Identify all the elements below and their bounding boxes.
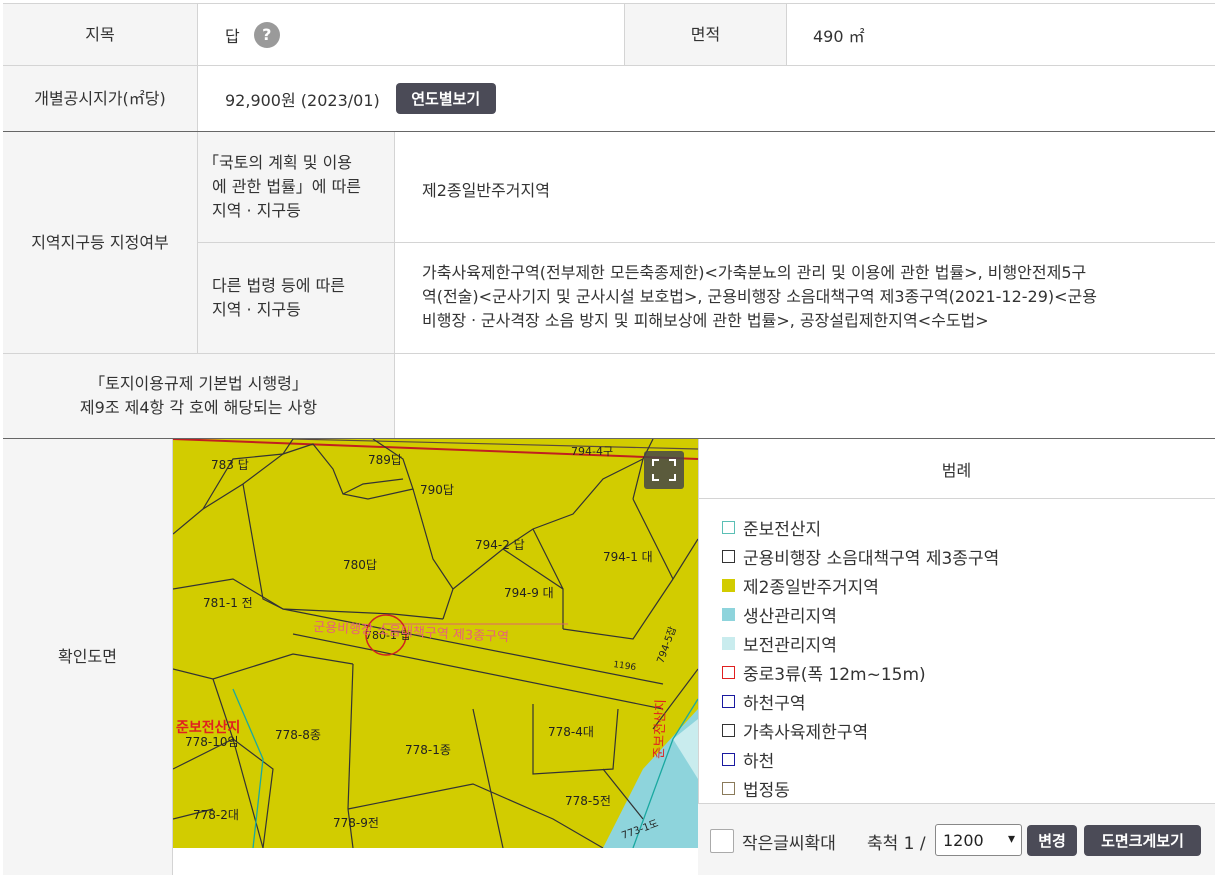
parcel-label: 778-4대	[548, 725, 594, 739]
small-text-zoom-checkbox[interactable]	[710, 829, 734, 853]
legend-swatch	[722, 608, 735, 621]
legend-item: 군용비행장 소음대책구역 제3종구역	[722, 542, 999, 571]
jimok-value: 답	[225, 26, 240, 46]
legend-item: 보전관리지역	[722, 629, 999, 658]
parcel-label: 794-9 대	[504, 586, 554, 600]
other-law-zone-value: 가축사육제한구역(전부제한 모든축종제한)<가축분뇨의 관리 및 이용에 관한 …	[395, 243, 1215, 353]
map-controls-bar: 작은글씨확대 축척 1 / 1200 ▾ 변경 도면크게보기	[698, 803, 1215, 875]
legend-label: 군용비행장 소음대책구역 제3종구역	[743, 549, 1000, 569]
parcel-label: 794-2 답	[475, 538, 525, 552]
fullscreen-icon[interactable]	[644, 451, 684, 489]
enforcement-label-line: 「토지이용규제 기본법 시행령」	[89, 374, 308, 393]
parcel-label: 794-4구	[571, 445, 613, 458]
jimok-value-cell: 답 ?	[197, 4, 624, 65]
parcel-label: 778-1종	[405, 743, 451, 757]
other-law-label-line: 다른 법령 등에 따른	[212, 276, 346, 295]
legend-item: 중로3류(폭 12m~15m)	[722, 658, 999, 687]
legend-item: 법정동	[722, 774, 999, 803]
legend-title: 범례	[941, 461, 972, 480]
legend-swatch	[722, 782, 735, 795]
legend-label: 중로3류(폭 12m~15m)	[743, 665, 926, 685]
legend-label: 하천구역	[743, 694, 806, 714]
parcel-label: 778-2대	[193, 808, 239, 822]
map-canvas: 783 답 789답 790답 780답 794-2 답 794-1 대 794…	[173, 439, 698, 848]
other-law-label-line: 지역 · 지구등	[212, 300, 301, 319]
legend-swatch	[722, 695, 735, 708]
small-text-zoom-label[interactable]: 작은글씨확대	[742, 829, 836, 854]
enlarge-map-button[interactable]: 도면크게보기	[1084, 825, 1201, 856]
parcel-label: 778-8종	[275, 728, 321, 742]
national-plan-law-label-line: 「국토의 계획 및 이용	[203, 153, 353, 172]
parcel-label: 790답	[420, 483, 454, 497]
legend-label: 제2종일반주거지역	[743, 578, 879, 598]
legend-list: 준보전산지 군용비행장 소음대책구역 제3종구역 제2종일반주거지역 생산관리지…	[722, 513, 999, 803]
other-law-zone-line: 비행장ㆍ군사격장 소음 방지 및 피해보상에 관한 법률>, 공장설립제한지역<…	[422, 311, 989, 330]
enforcement-label: 「토지이용규제 기본법 시행령」 제9조 제4항 각 호에 해당되는 사항	[3, 354, 395, 438]
national-plan-law-label: 「국토의 계획 및 이용 에 관한 법률」에 따른 지역 · 지구등	[197, 132, 395, 242]
parcel-label: 780답	[343, 558, 377, 572]
legend-item: 준보전산지	[722, 513, 999, 542]
area-label: 면적	[624, 4, 787, 65]
confirmation-map[interactable]: 783 답 789답 790답 780답 794-2 답 794-1 대 794…	[173, 439, 698, 848]
legend-swatch	[722, 521, 735, 534]
change-button[interactable]: 변경	[1027, 825, 1077, 856]
legend-swatch	[722, 579, 735, 592]
parcel-label: 783 답	[211, 458, 249, 472]
jimok-label: 지목	[3, 4, 197, 65]
enforcement-value	[395, 354, 1215, 438]
legend-label: 생산관리지역	[743, 607, 837, 627]
legend-label: 하천	[743, 752, 775, 772]
parcel-label: 789답	[368, 453, 402, 467]
other-law-zone-line: 가축사육제한구역(전부제한 모든축종제한)<가축분뇨의 관리 및 이용에 관한 …	[422, 263, 1087, 282]
map-label: 확인도면	[3, 439, 173, 875]
legend-item: 하천	[722, 745, 999, 774]
scale-label: 축척 1 /	[867, 834, 926, 854]
price-value: 92,900원 (2023/01)	[225, 90, 380, 110]
chevron-down-icon: ▾	[1007, 831, 1015, 847]
enforcement-label-line: 제9조 제4항 각 호에 해당되는 사항	[79, 398, 318, 417]
legend-item: 하천구역	[722, 687, 999, 716]
national-plan-zone-value: 제2종일반주거지역	[422, 181, 550, 200]
parcel-label: 778-10임	[185, 735, 239, 749]
forest-map-label-edge: 준보전산지	[652, 699, 669, 759]
yearly-view-button[interactable]: 연도별보기	[395, 83, 496, 114]
other-law-zone-line: 역(전술)<군사기지 및 군사시설 보호법>, 군용비행장 소음대책구역 제3종…	[422, 287, 1097, 306]
legend-label: 보전관리지역	[743, 636, 837, 656]
legend-swatch	[722, 666, 735, 679]
legend-label: 가축사육제한구역	[743, 723, 869, 743]
price-label: 개별공시지가(㎡당)	[3, 66, 197, 131]
price-value-cell: 92,900원 (2023/01) 연도별보기	[197, 66, 1215, 131]
legend-label: 법정동	[743, 781, 790, 801]
legend-swatch	[722, 637, 735, 650]
parcel-label: 778-9전	[333, 816, 379, 830]
other-law-label: 다른 법령 등에 따른 지역 · 지구등	[197, 243, 395, 353]
national-plan-law-label-line: 에 관한 법률」에 따른	[212, 177, 362, 196]
legend-swatch	[722, 753, 735, 766]
forest-map-label: 준보전산지	[176, 719, 240, 736]
parcel-label: 778-5전	[565, 794, 611, 808]
legend-swatch	[722, 550, 735, 563]
parcel-label: 781-1 전	[203, 596, 253, 610]
parcel-label: 794-1 대	[603, 550, 653, 564]
scale-select[interactable]: 1200 ▾	[935, 824, 1022, 856]
legend-item: 가축사육제한구역	[722, 716, 999, 745]
scale-select-value: 1200	[943, 830, 984, 850]
legend-item: 생산관리지역	[722, 600, 999, 629]
legend-item: 제2종일반주거지역	[722, 571, 999, 600]
national-plan-law-label-line: 지역 · 지구등	[212, 201, 301, 220]
legend-label: 준보전산지	[743, 520, 822, 540]
zone-label: 지역지구등 지정여부	[3, 132, 197, 353]
legend-swatch	[722, 724, 735, 737]
help-icon[interactable]: ?	[253, 21, 280, 48]
area-value: 490 ㎡	[813, 26, 865, 46]
